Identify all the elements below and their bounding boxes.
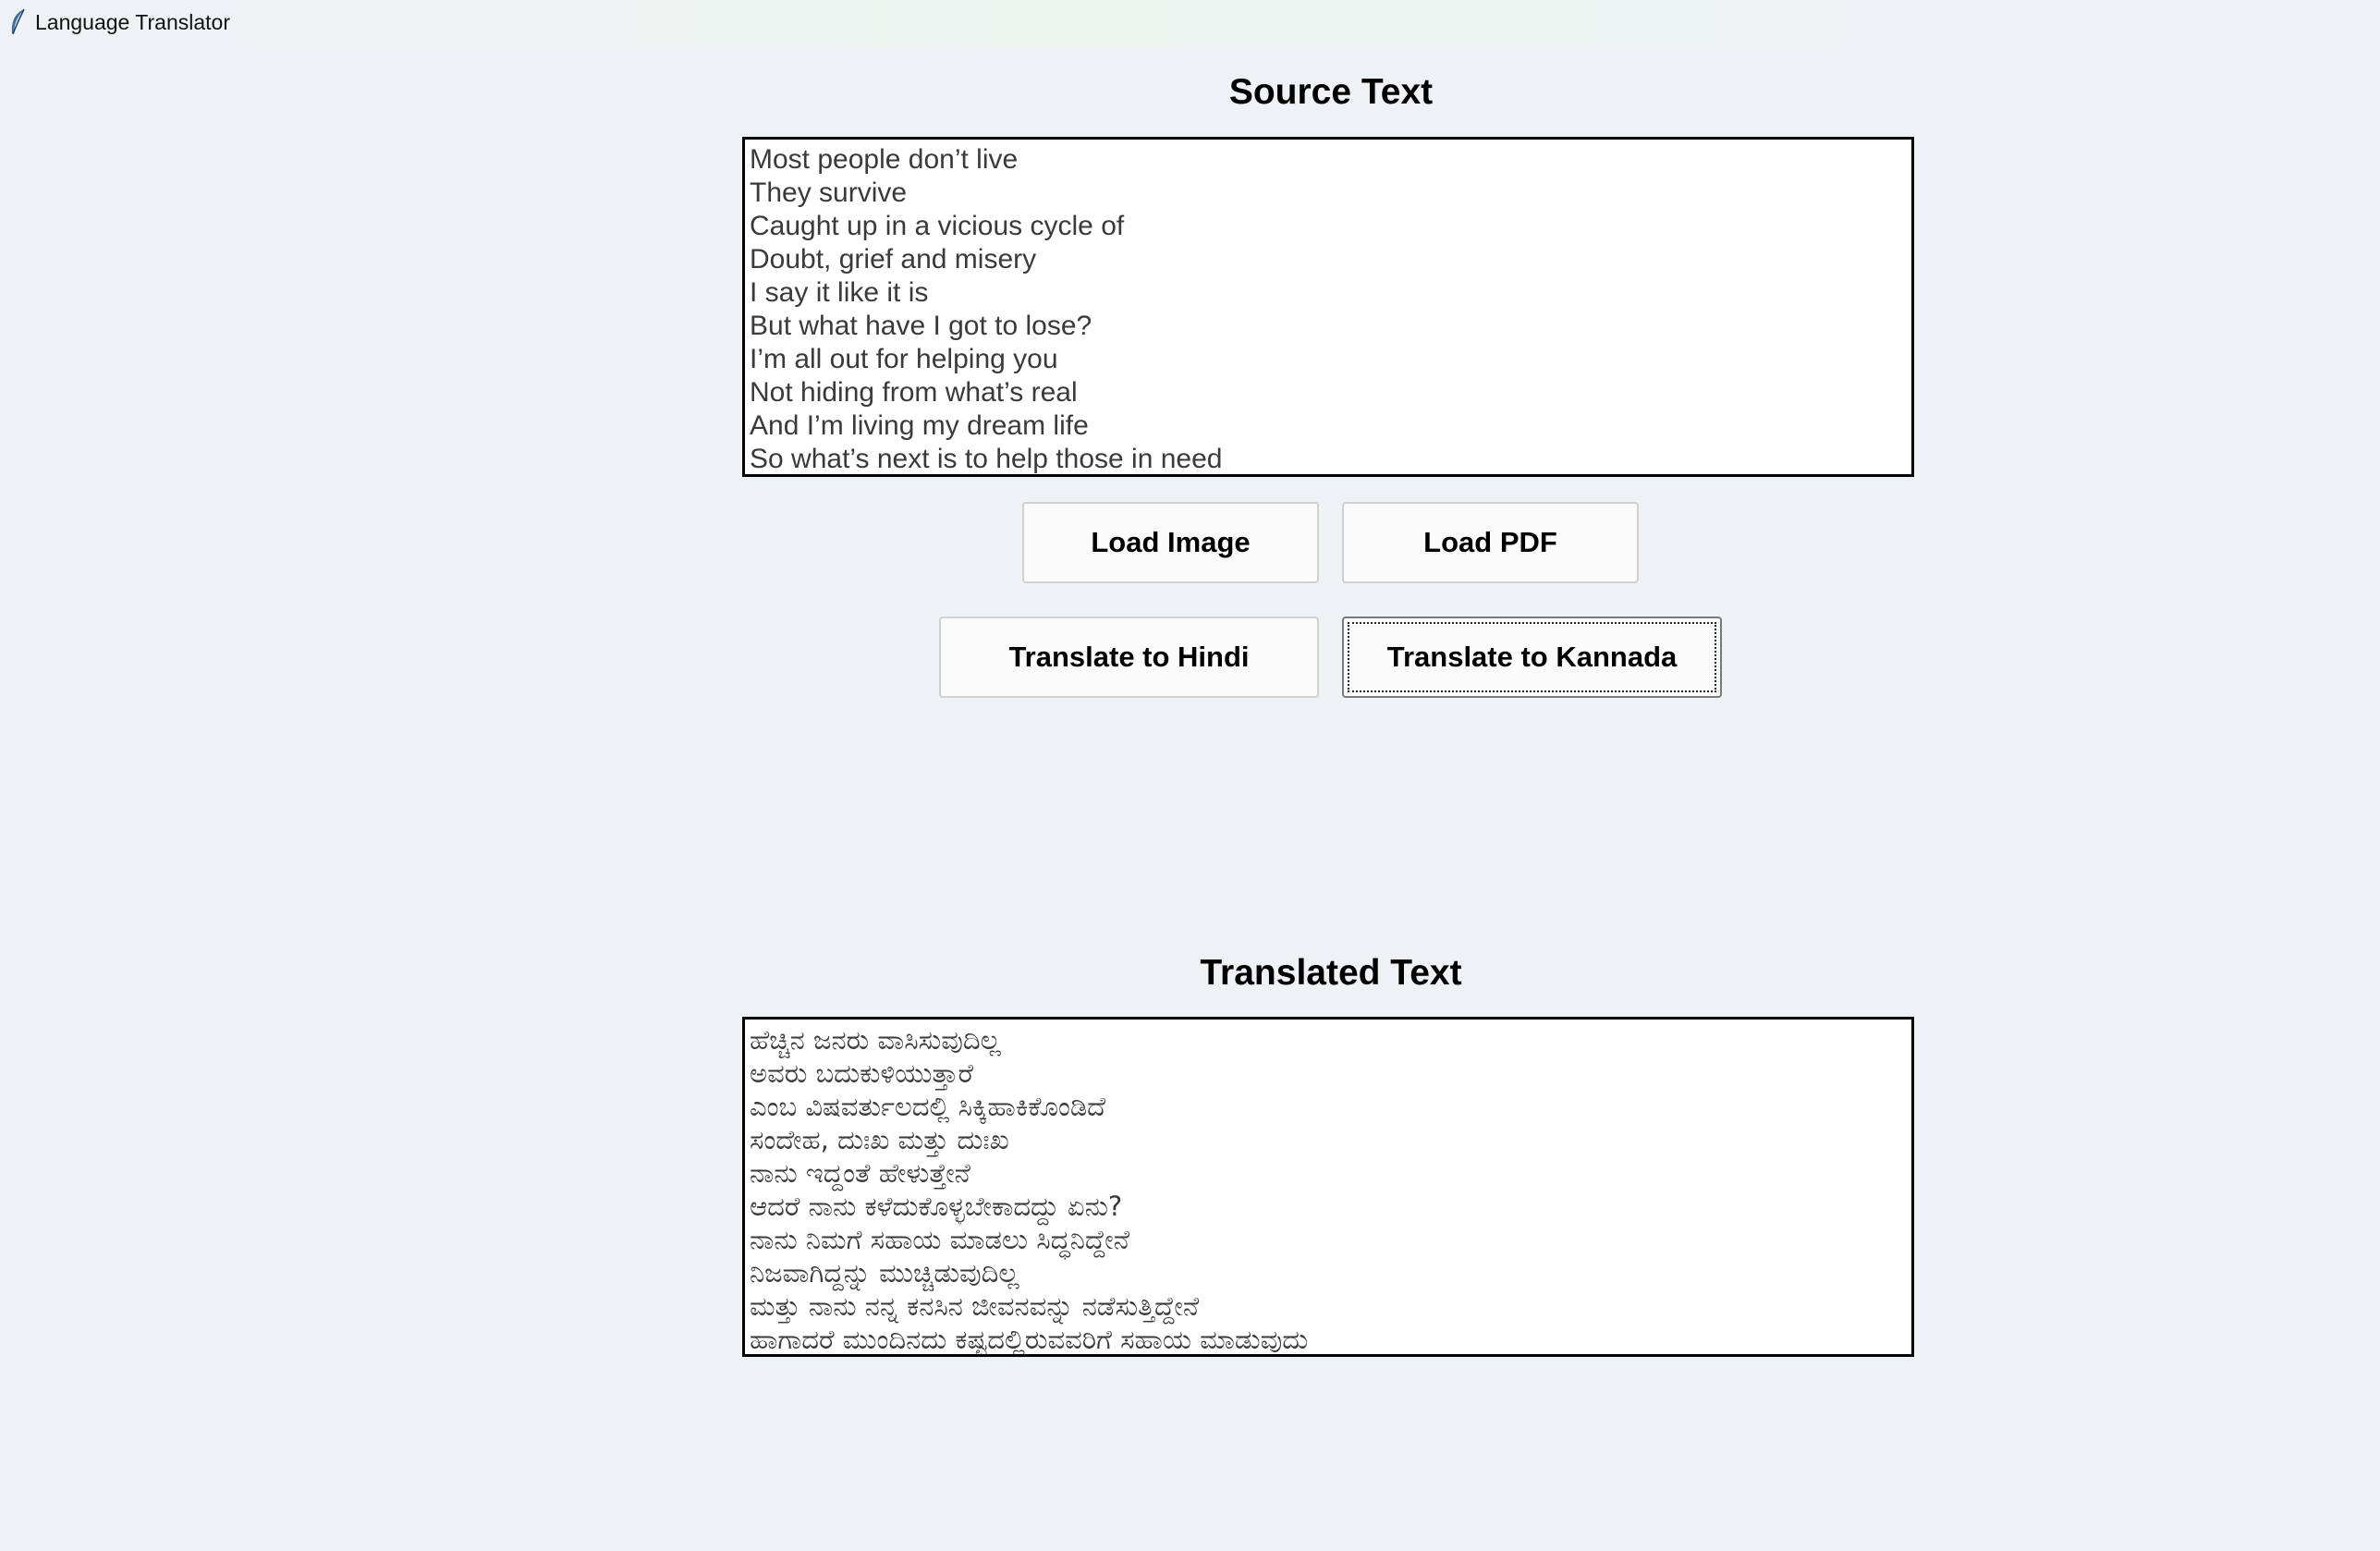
- source-line: I say it like it is: [750, 277, 929, 308]
- translated-heading: Translated Text: [1200, 953, 1462, 993]
- source-line: So what’s next is to help those in need: [750, 444, 1223, 474]
- source-line: Doubt, grief and misery: [750, 244, 1037, 275]
- translate-hindi-button[interactable]: Translate to Hindi: [939, 617, 1319, 698]
- translated-line: ಎಂಬ ವಿಷವರ್ತುಲದಲ್ಲಿ ಸಿಕ್ಕಿಹಾಕಿಕೊಂಡಿದೆ: [750, 1091, 1105, 1122]
- translated-line: ಸಂದೇಹ, ದುಃಖ ಮತ್ತು ದುಃಖ: [750, 1124, 1009, 1155]
- translated-line: ಮತ್ತು ನಾನು ನನ್ನ ಕನಸಿನ ಜೀವನವನ್ನು ನಡೆಸುತ್ತ…: [750, 1290, 1200, 1322]
- source-line: Most people don’t live: [750, 144, 1019, 175]
- translated-line: ಹೆಚ್ಚಿನ ಜನರು ವಾಸಿಸುವುದಿಲ್ಲ: [750, 1024, 1001, 1056]
- source-heading: Source Text: [1228, 72, 1434, 112]
- translated-line: ನಾನು ನಿಮಗೆ ಸಹಾಯ ಮಾಡಲು ಸಿದ್ಧನಿದ್ದೇನೆ: [750, 1224, 1130, 1255]
- translate-kannada-button[interactable]: Translate to Kannada: [1342, 617, 1722, 698]
- source-line: They survive: [750, 177, 908, 208]
- translated-line: ಹಾಗಾದರೆ ಮುಂದಿನದು ಕಷ್ಟದಲ್ಲಿರುವವರಿಗೆ ಸಹಾಯ …: [750, 1324, 1309, 1355]
- focus-ring: [1348, 622, 1716, 692]
- translated-line: ಅವರು ಬದುಕುಳಿಯುತ್ತಾರೆ: [750, 1057, 974, 1089]
- load-image-button[interactable]: Load Image: [1022, 502, 1319, 583]
- source-textbox[interactable]: Most people don’t live They survive Caug…: [742, 137, 1914, 477]
- source-line: But what have I got to lose?: [750, 311, 1092, 341]
- source-line: Not hiding from what’s real: [750, 377, 1078, 408]
- source-line: And I’m living my dream life: [750, 410, 1089, 441]
- window-title: Language Translator: [35, 10, 230, 34]
- source-line: I’m all out for helping you: [750, 344, 1058, 374]
- feather-icon: [11, 8, 25, 35]
- load-pdf-button[interactable]: Load PDF: [1342, 502, 1639, 583]
- translated-textbox[interactable]: ಹೆಚ್ಚಿನ ಜನರು ವಾಸಿಸುವುದಿಲ್ಲ ಅವರು ಬದುಕುಳಿಯ…: [742, 1017, 1914, 1357]
- title-bar: Language Translator: [0, 0, 2380, 46]
- translated-line: ಆದರೆ ನಾನು ಕಳೆದುಕೊಳ್ಳಬೇಕಾದದ್ದು ಏನು?: [750, 1191, 1123, 1222]
- source-line: Caught up in a vicious cycle of: [750, 211, 1125, 241]
- translated-line: ನಿಜವಾಗಿದ್ದನ್ನು ಮುಚ್ಚಿಡುವುದಿಲ್ಲ: [750, 1257, 1019, 1288]
- translated-line: ನಾನು ಇದ್ದಂತೆ ಹೇಳುತ್ತೇನೆ: [750, 1157, 970, 1189]
